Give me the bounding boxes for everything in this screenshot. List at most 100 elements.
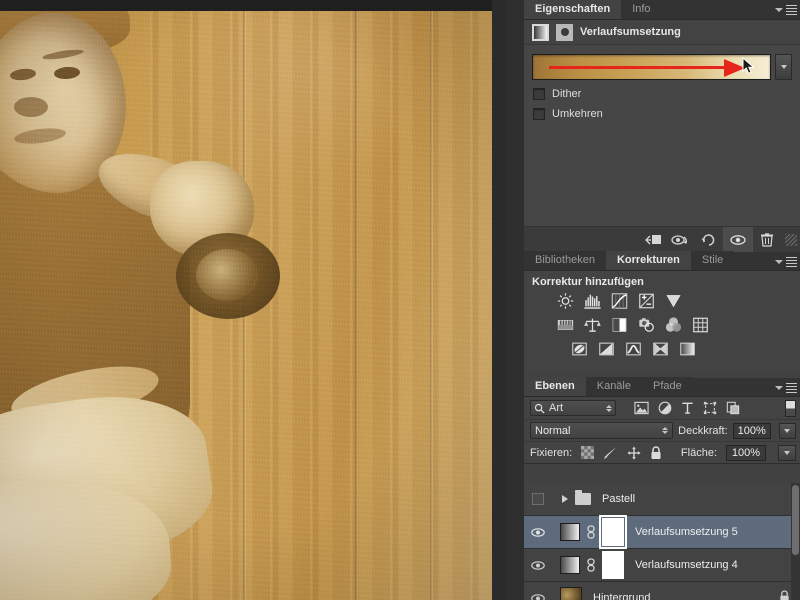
layer-mask-thumbnail[interactable] [602,551,624,579]
layer-thumbnail[interactable] [560,523,580,541]
table-row[interactable]: Pastell [524,483,800,516]
brightness-contrast-icon[interactable] [556,292,575,310]
layer-thumbnail[interactable] [560,587,582,600]
lock-position-icon[interactable] [627,446,641,460]
table-row[interactable]: Verlaufsumsetzung 4 [524,549,800,582]
hue-saturation-icon[interactable] [556,316,575,334]
exposure-icon[interactable] [637,292,656,310]
lock-icon [779,590,790,600]
black-white-icon[interactable] [610,316,629,334]
delete-button[interactable] [753,227,781,252]
adjustments-panel-menu-button[interactable] [777,255,797,268]
layers-scrollbar-thumb[interactable] [792,485,799,555]
lock-all-icon[interactable] [650,446,662,460]
lock-image-pixels-icon[interactable] [603,446,618,460]
tab-eigenschaften[interactable]: Eigenschaften [524,0,621,19]
adjustments-panel-tabbar: Bibliotheken Korrekturen Stile [524,252,800,271]
table-row[interactable]: Hintergrund [524,582,800,600]
layer-mask-thumbnail[interactable] [602,518,624,546]
invert-icon[interactable] [570,340,589,358]
tab-info[interactable]: Info [621,0,661,19]
gradient-map-icon[interactable] [678,340,697,358]
layers-scrollbar[interactable] [791,483,800,600]
layer-kind-label: Art [549,402,563,414]
adjustment-layer-filter-icon[interactable] [658,401,672,415]
vibrance-icon[interactable] [664,292,683,310]
type-layer-filter-icon[interactable] [681,401,694,415]
filter-enable-toggle[interactable] [785,400,796,417]
link-mask-icon[interactable] [585,558,597,572]
pixel-layer-filter-icon[interactable] [634,401,649,415]
kind-spinner-icon[interactable] [606,405,612,412]
document-image[interactable] [0,11,492,600]
fill-value[interactable]: 100% [726,445,766,461]
adjustments-panel: Bibliotheken Korrekturen Stile Korrektur… [524,252,800,374]
tab-bibliotheken[interactable]: Bibliotheken [524,251,606,270]
photo-filter-icon[interactable] [637,316,656,334]
toggle-visibility-button[interactable] [724,227,752,252]
tab-pfade[interactable]: Pfade [642,377,693,396]
lock-transparency-icon[interactable] [581,446,594,459]
tab-stile[interactable]: Stile [691,251,734,270]
shape-layer-filter-icon[interactable] [703,401,717,415]
posterize-icon[interactable] [597,340,616,358]
gradient-preview[interactable] [532,54,771,80]
blend-mode-select[interactable]: Normal [530,422,673,439]
fill-dropdown[interactable] [778,445,796,461]
group-visibility-cell[interactable] [524,493,552,505]
gradient-picker-dropdown[interactable] [775,54,792,80]
visibility-checkbox[interactable] [532,493,544,505]
gradient-editor-row [532,54,792,80]
lock-icons [581,446,662,460]
layer-kind-select[interactable]: Art [530,400,616,416]
color-lookup-icon[interactable] [691,316,710,334]
gradient-map-icon[interactable] [532,24,549,41]
blend-mode-spinner-icon[interactable] [662,427,668,434]
view-previous-state-button[interactable] [667,227,695,252]
layer-name: Verlaufsumsetzung 4 [635,559,738,571]
threshold-icon[interactable] [624,340,643,358]
dither-checkbox[interactable] [533,88,545,100]
clip-to-layer-button[interactable] [639,227,667,252]
curves-icon[interactable] [610,292,629,310]
document-canvas[interactable] [0,0,524,600]
layer-visibility-toggle[interactable] [524,560,552,571]
panel-resize-grip[interactable] [785,234,797,246]
color-balance-icon[interactable] [583,316,602,334]
layer-visibility-toggle[interactable] [524,527,552,538]
invert-checkbox-row[interactable]: Umkehren [533,108,603,120]
table-row[interactable]: Verlaufsumsetzung 5 [524,516,800,549]
tab-ebenen[interactable]: Ebenen [524,377,586,396]
folder-icon [575,493,591,505]
dither-checkbox-row[interactable]: Dither [533,88,581,100]
lock-label: Fixieren: [530,447,572,459]
chevron-down-icon [775,8,783,12]
adjustments-body: Korrektur hinzufügen [524,271,800,374]
invert-checkbox[interactable] [533,108,545,120]
chevron-down-icon [784,429,790,433]
eye-icon [530,593,546,600]
smart-object-filter-icon[interactable] [726,401,740,415]
opacity-value[interactable]: 100% [733,423,771,439]
layer-name: Verlaufsumsetzung 5 [635,526,738,538]
chevron-right-icon[interactable] [562,495,568,503]
layer-thumbnail[interactable] [560,556,580,574]
reset-icon [700,233,718,247]
chevron-down-icon [784,451,790,455]
properties-panel-menu-button[interactable] [777,3,797,16]
layers-panel-tabbar: Ebenen Kanäle Pfade [524,378,800,397]
selective-color-icon[interactable] [651,340,670,358]
canvas-vertical-scrollbar[interactable] [506,0,524,600]
tab-kanaele[interactable]: Kanäle [586,377,642,396]
opacity-dropdown[interactable] [779,423,796,439]
levels-icon[interactable] [583,292,602,310]
link-mask-icon[interactable] [585,525,597,539]
layer-list[interactable]: Pastell [524,483,800,600]
layer-visibility-toggle[interactable] [524,593,552,600]
layers-panel-menu-button[interactable] [777,381,797,394]
mask-circle-icon[interactable] [556,24,573,41]
channel-mixer-icon[interactable] [664,316,683,334]
reset-button[interactable] [695,227,723,252]
tab-korrekturen[interactable]: Korrekturen [606,251,691,270]
properties-panel: Verlaufsumsetzung Dither [524,20,800,252]
